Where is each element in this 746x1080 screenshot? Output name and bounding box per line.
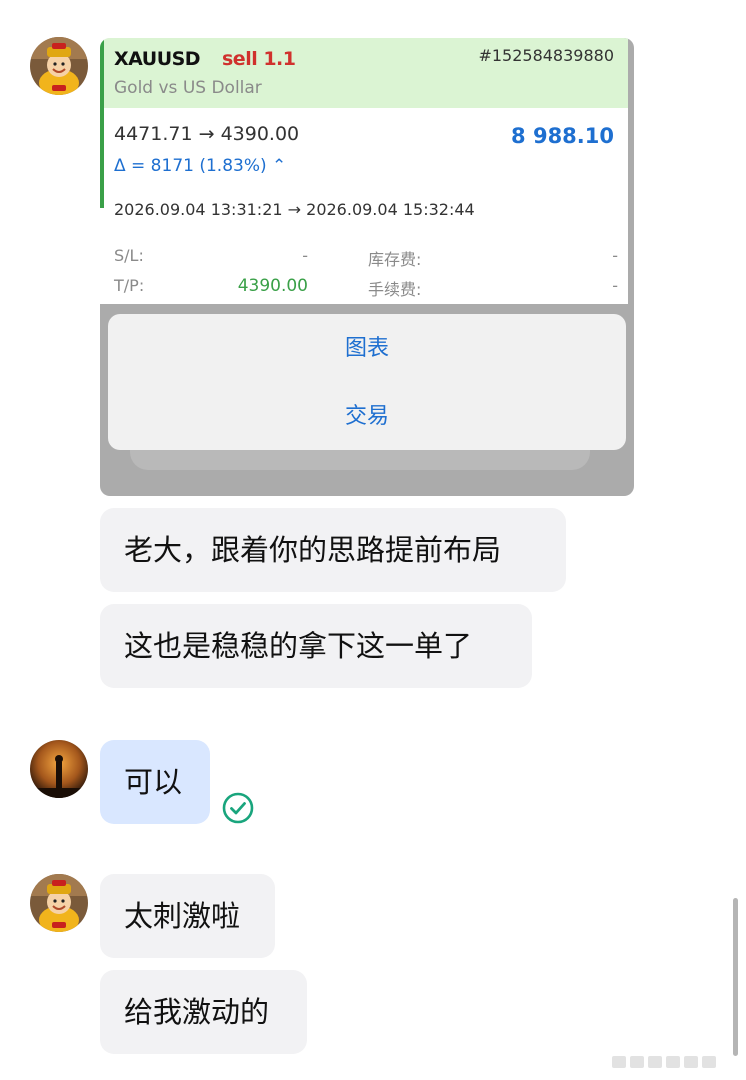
swap-value: -: [612, 246, 618, 265]
scrollbar[interactable]: [733, 898, 738, 1056]
message-bubble[interactable]: 太刺激啦: [100, 874, 275, 958]
avatar-god-of-wealth-icon: [30, 37, 88, 95]
message-text: 太刺激啦: [124, 899, 241, 933]
message-bubble[interactable]: 老大，跟着你的思路提前布局: [100, 508, 566, 592]
message-text: 这也是稳稳的拿下这一单了: [124, 629, 473, 663]
trade-description: Gold vs US Dollar: [114, 78, 262, 98]
trade-ticket: #152584839880: [478, 46, 614, 65]
trade-side: sell 1.1: [222, 48, 296, 70]
message-bubble[interactable]: 给我激动的: [100, 970, 307, 1054]
avatar-god-of-wealth-icon: [30, 874, 88, 932]
avatar[interactable]: [30, 874, 88, 932]
reply-bubble[interactable]: 可以: [100, 740, 210, 824]
chat-page: XAUUSD sell 1.1 #152584839880 Gold vs US…: [0, 0, 746, 1080]
trade-symbol: XAUUSD: [114, 48, 201, 70]
avatar-silhouette-icon: [30, 740, 88, 798]
background-toolbar: [130, 450, 590, 470]
message-bubble[interactable]: 这也是稳稳的拿下这一单了: [100, 604, 532, 688]
watermark-icon: [612, 1056, 716, 1068]
action-sheet: 图表 交易: [108, 314, 626, 450]
trade-screenshot[interactable]: XAUUSD sell 1.1 #152584839880 Gold vs US…: [100, 38, 634, 496]
avatar[interactable]: [30, 37, 88, 95]
chart-menu-item[interactable]: 图表: [108, 324, 626, 374]
message-text: 老大，跟着你的思路提前布局: [124, 533, 502, 567]
check-circle-icon: [222, 792, 254, 824]
swap-label: 库存费:: [368, 250, 422, 269]
commission-label: 手续费:: [368, 280, 422, 299]
message-text: 可以: [124, 765, 183, 799]
tp-value: 4390.00: [237, 276, 308, 296]
trade-times: 2026.09.04 13:31:21 → 2026.09.04 15:32:4…: [114, 200, 475, 219]
sl-value: -: [302, 246, 308, 265]
avatar[interactable]: [30, 740, 88, 798]
trade-delta: Δ = 8171 (1.83%) ⌃: [114, 156, 287, 176]
trade-card: XAUUSD sell 1.1 #152584839880 Gold vs US…: [100, 38, 628, 304]
position-indicator-bar: [100, 38, 104, 208]
tp-label: T/P:: [114, 276, 145, 295]
sl-label: S/L:: [114, 246, 144, 265]
message-text: 给我激动的: [124, 995, 270, 1029]
trade-menu-item[interactable]: 交易: [108, 392, 626, 442]
trade-prices: 4471.71 → 4390.00: [114, 123, 300, 145]
commission-value: -: [612, 276, 618, 295]
trade-profit: 8 988.10: [511, 124, 614, 148]
